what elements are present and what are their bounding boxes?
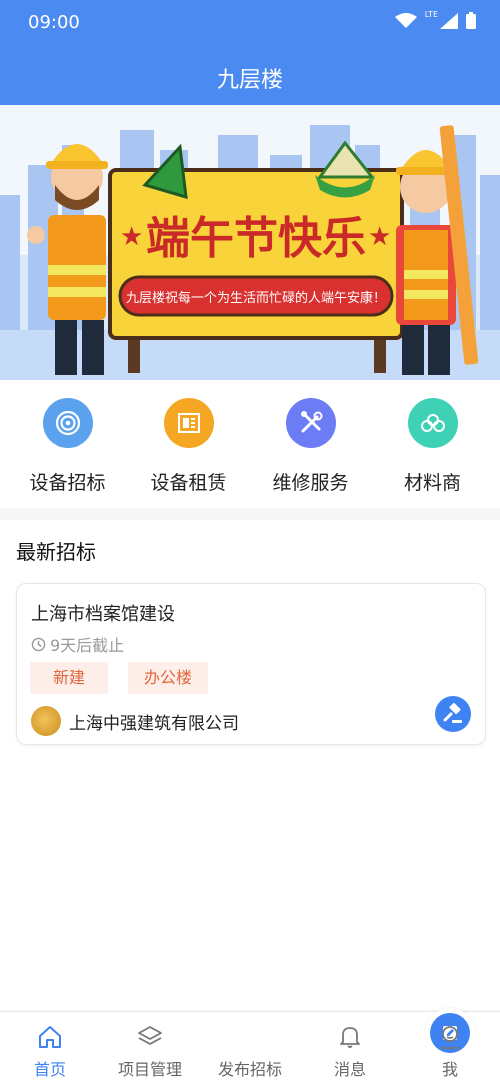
svg-text:★: ★: [120, 222, 143, 252]
category-equipment-bidding[interactable]: 设备招标: [5, 398, 130, 495]
tools-icon: [285, 398, 336, 448]
tab-label: 首页: [33, 1060, 66, 1079]
target-icon: [42, 398, 93, 448]
gavel-icon: [443, 703, 462, 723]
banner-subline: 九层楼祝每一个为生活而忙碌的人端午安康！: [126, 290, 386, 306]
company-name: 上海中强建筑有限公司: [69, 713, 239, 734]
company-avatar: [31, 706, 61, 736]
category-material-supplier[interactable]: 材料商: [370, 398, 495, 495]
status-icons: LTE: [394, 10, 476, 29]
bid-deadline: 9天后截止: [31, 632, 124, 656]
tab-messages[interactable]: 消息: [300, 1024, 400, 1080]
banner-headline: 端午节快乐: [146, 213, 366, 264]
status-bar: 09:00 LTE: [0, 0, 500, 44]
page-title: 九层楼: [216, 68, 283, 93]
status-time: 09:00: [28, 12, 80, 33]
app-header: 09:00 LTE 九层楼: [0, 0, 500, 105]
latest-bids-section: 最新招标 上海市档案馆建设 9天后截止 新建 办公楼 上海中强建筑有限公司: [0, 520, 500, 1010]
tab-project-management[interactable]: 项目管理: [100, 1024, 200, 1080]
category-label: 设备招标: [29, 472, 106, 494]
deadline-text: 9天后截止: [50, 636, 125, 655]
user-icon: [400, 1024, 500, 1050]
home-icon: [0, 1024, 100, 1050]
section-title: 最新招标: [16, 540, 96, 564]
signal-icon: [440, 12, 458, 29]
tab-publish-bid[interactable]: 发布招标: [200, 1008, 475, 1080]
tab-label: 发布招标: [217, 1060, 282, 1079]
layers-icon: [100, 1024, 200, 1050]
category-grid: 设备招标 设备租赁 维修服务 材料商: [0, 380, 500, 508]
tab-me[interactable]: 我: [400, 1024, 500, 1080]
svg-text:★: ★: [368, 222, 391, 252]
category-label: 维修服务: [272, 472, 349, 494]
bottom-tab-bar: 首页 项目管理 发布招标 消息 我: [0, 1008, 500, 1084]
pipes-icon: [407, 398, 458, 448]
bid-title: 上海市档案馆建设: [31, 604, 175, 625]
category-label: 设备租赁: [150, 472, 227, 494]
bell-icon: [300, 1024, 400, 1050]
tab-home[interactable]: 首页: [0, 1024, 100, 1080]
bid-tag: 办公楼: [128, 662, 208, 694]
category-repair-service[interactable]: 维修服务: [248, 398, 373, 495]
bid-tag: 新建: [30, 662, 108, 694]
bid-company: 上海中强建筑有限公司: [31, 706, 239, 736]
tab-label: 消息: [333, 1060, 366, 1079]
network-type: LTE: [424, 10, 438, 19]
document-icon: [163, 398, 214, 448]
bid-button[interactable]: [435, 696, 471, 732]
tab-label: 我: [441, 1060, 458, 1079]
category-equipment-rental[interactable]: 设备租赁: [126, 398, 251, 495]
banner-illustration: ★ ★ 端午节快乐 九层楼祝每一个为生活而忙碌的人端午安康！: [0, 105, 500, 380]
clock-icon: [31, 637, 46, 651]
category-label: 材料商: [403, 472, 461, 494]
wifi-icon: [394, 12, 417, 28]
bid-card[interactable]: 上海市档案馆建设 9天后截止 新建 办公楼 上海中强建筑有限公司: [16, 583, 486, 745]
promo-banner[interactable]: ★ ★ 端午节快乐 九层楼祝每一个为生活而忙碌的人端午安康！: [0, 105, 500, 380]
battery-icon: [466, 12, 476, 29]
tab-label: 项目管理: [117, 1060, 182, 1079]
